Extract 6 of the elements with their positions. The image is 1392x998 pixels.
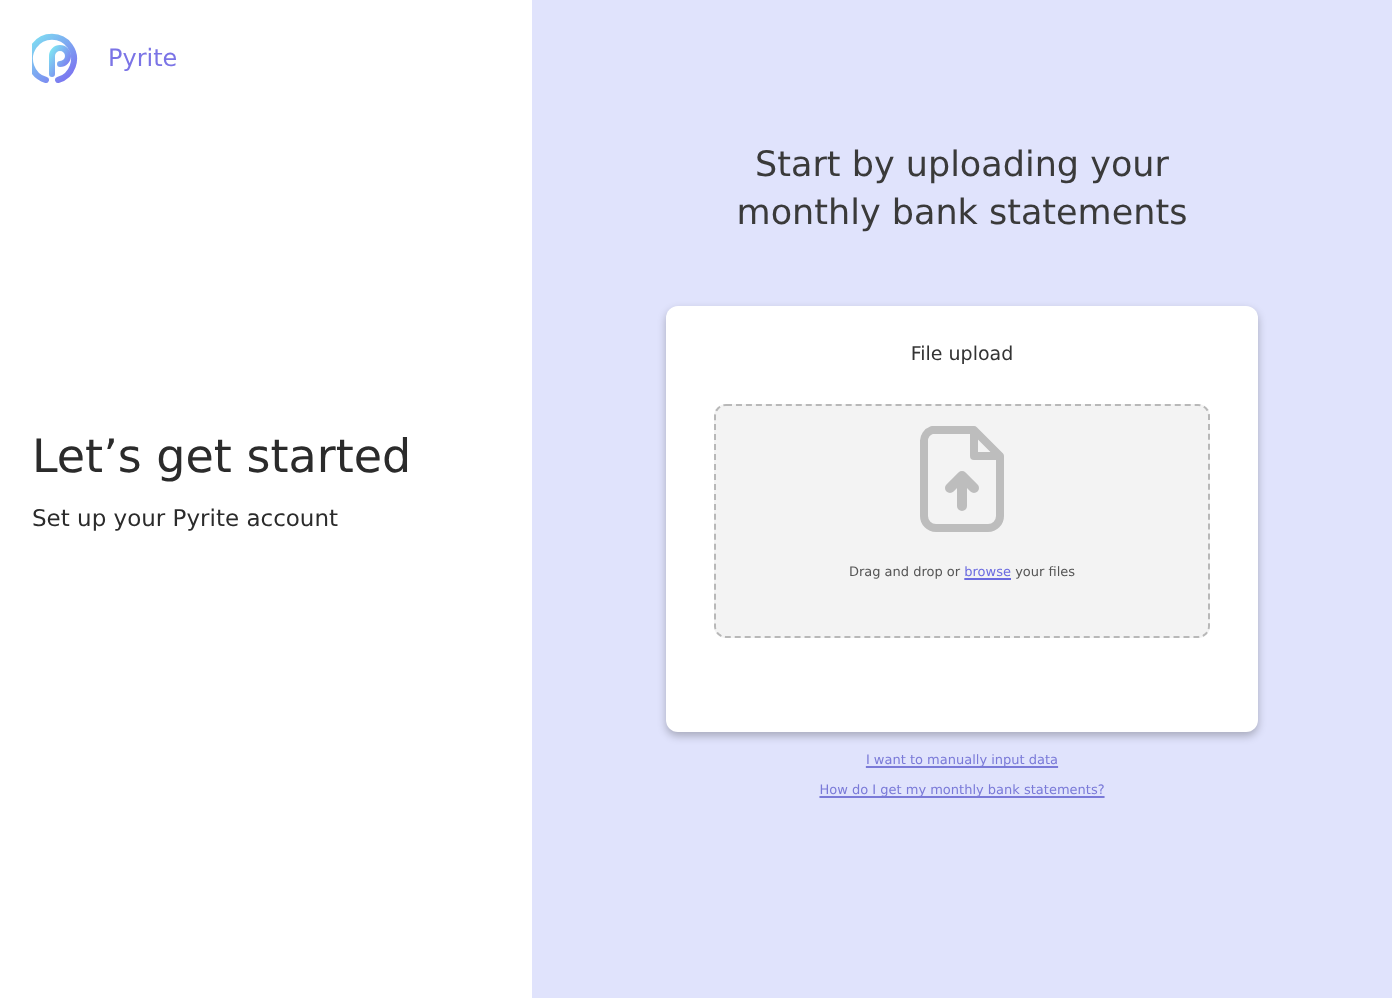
intro-title: Let’s get started (32, 430, 414, 488)
intro-subtitle: Set up your Pyrite account (32, 501, 341, 535)
file-upload-icon (920, 425, 1004, 531)
card-title: File upload (910, 342, 1014, 371)
page-heading: Start by uploading your monthly bank statements (734, 144, 1190, 238)
brand-name: Pyrite (108, 42, 178, 76)
